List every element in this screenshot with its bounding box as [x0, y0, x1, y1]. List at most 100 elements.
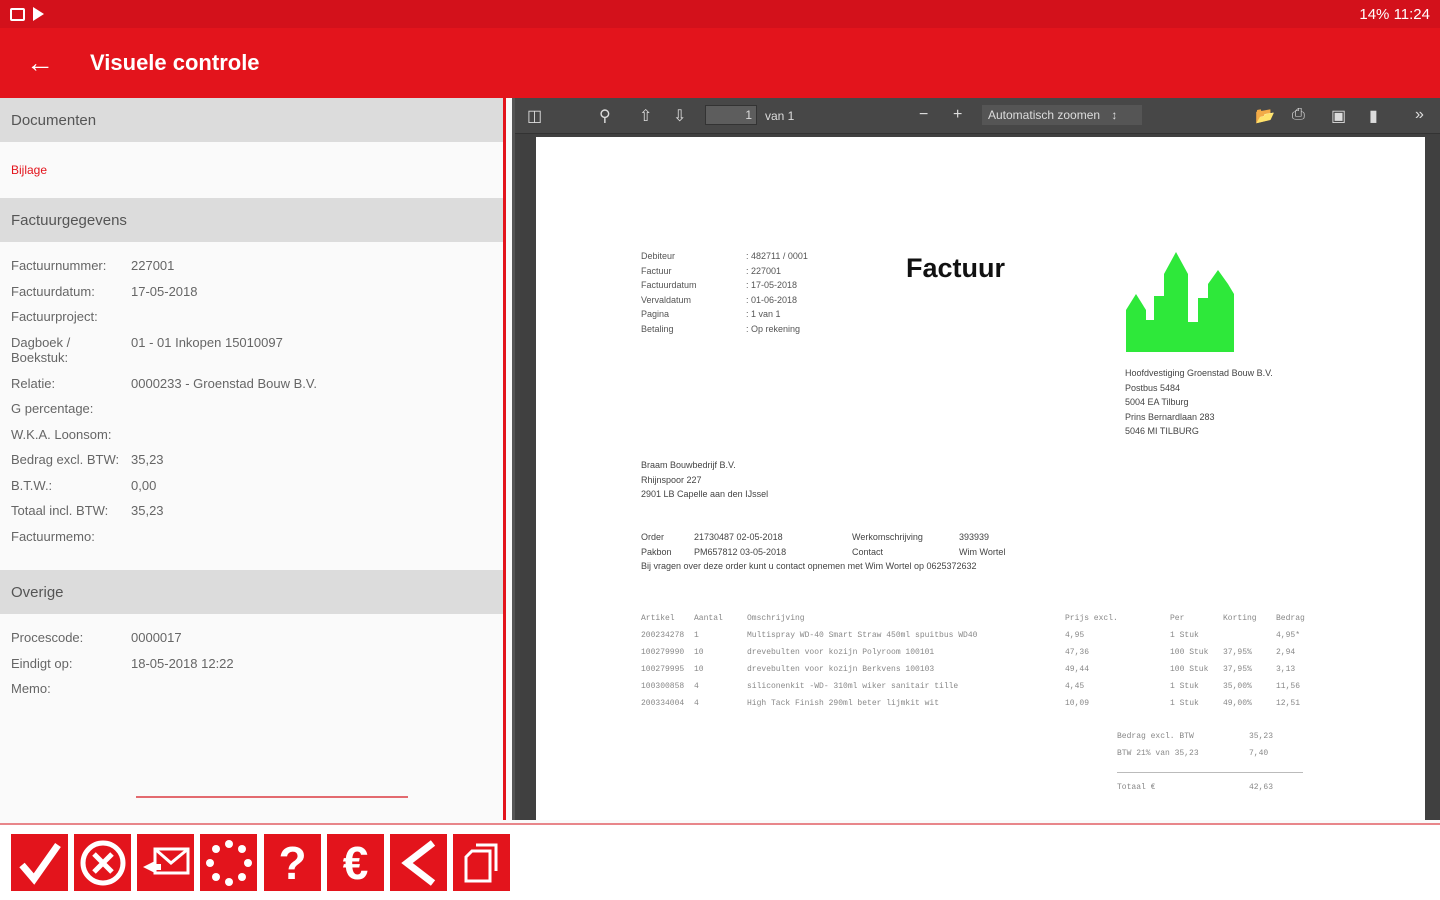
table-row: 100300858 4 siliconenkit -WD- 310ml wiker …	[641, 682, 1305, 699]
table-cell: 4	[694, 699, 699, 708]
progress-button[interactable]	[200, 834, 257, 891]
invoice-fields: Factuurnummer: 227001 Factuurdatum: 17-05-…	[0, 242, 503, 554]
meta-row: Factuurdatum: 17-05-2018	[641, 278, 808, 293]
invoice-title: Factuur	[906, 253, 1006, 283]
table-row: 100279990 10 drevebulten voor kozijn Polyr…	[641, 648, 1305, 665]
field-label: Totaal incl. BTW:	[11, 503, 109, 518]
play-notification-icon	[33, 7, 44, 21]
field-label: Bedrag excl. BTW:	[11, 452, 120, 467]
search-icon[interactable]: ⚲	[599, 106, 611, 126]
invoice-header: Factuurgegevens	[0, 198, 503, 242]
sidebar-toggle-icon[interactable]: ◫	[527, 106, 542, 126]
checkmark-icon	[18, 842, 61, 885]
scroll-indicator[interactable]	[136, 796, 408, 798]
table-cell: 1	[694, 631, 699, 640]
order-note: Bij vragen over deze order kunt u contac…	[641, 561, 977, 571]
previous-page-icon[interactable]: ⇧	[639, 106, 652, 126]
table-cell: 37,95%	[1223, 665, 1252, 674]
column-header: Artikel	[641, 614, 675, 623]
copy-button[interactable]	[453, 834, 510, 891]
table-cell: 100300858	[641, 682, 685, 691]
attachment-link[interactable]: Bijlage	[0, 142, 503, 198]
table-cell: 100279990	[641, 648, 685, 657]
order-row: Order 21730487 02-05-2018 Werkomschrijving…	[641, 530, 1005, 545]
print-icon[interactable]: ⎙	[1292, 106, 1305, 124]
bookmark-icon[interactable]: ▮	[1369, 106, 1378, 126]
totals-label: Totaal €	[1117, 783, 1156, 792]
field-row: Factuurproject:	[11, 309, 503, 335]
column-header: Bedrag	[1276, 614, 1305, 623]
euro-button[interactable]: €	[327, 834, 384, 891]
table-cell: Multispray WD-40 Smart Straw 450ml spuit…	[747, 631, 978, 640]
table-cell: drevebulten voor kozijn Berkvens 100103	[747, 665, 935, 674]
table-cell: High Tack Finish 290ml beter lijmkit wit	[747, 699, 940, 708]
meta-key: Betaling	[641, 323, 674, 334]
pdf-page: Debiteur: 482711 / 0001 Factuur: 227001 …	[536, 137, 1425, 820]
field-label: W.K.A. Loonsom:	[11, 426, 112, 442]
table-cell: siliconenkit -WD- 310ml wiker sanitair t…	[747, 682, 959, 691]
address-line: Braam Bouwbedrijf B.V.	[641, 460, 736, 470]
forward-mail-button[interactable]	[137, 834, 194, 891]
customer-address: Braam Bouwbedrijf B.V. Rhijnspoor 227 29…	[641, 458, 768, 502]
order-cell: 393939	[959, 532, 990, 542]
table-cell: 10,09	[1065, 699, 1090, 708]
table-cell: 47,36	[1065, 648, 1090, 657]
column-header: Per	[1170, 614, 1185, 623]
status-right: 14% 11:24	[1359, 5, 1430, 23]
documents-header: Documenten	[0, 98, 503, 142]
zoom-out-icon[interactable]: −	[919, 106, 928, 124]
reject-button[interactable]	[74, 834, 131, 891]
mail-forward-icon	[142, 847, 189, 874]
zoom-in-icon[interactable]: +	[953, 106, 962, 124]
download-icon[interactable]: ▣	[1331, 106, 1346, 126]
field-label: Procescode:	[11, 630, 84, 645]
field-value: 17-05-2018	[131, 283, 198, 299]
field-row: Bedrag excl. BTW: 35,23	[11, 452, 503, 478]
table-cell: 11,56	[1276, 682, 1301, 691]
table-cell: 1 Stuk	[1170, 699, 1199, 708]
table-cell: 100279995	[641, 665, 685, 674]
table-cell: 10	[694, 665, 704, 674]
column-header: Aantal	[694, 614, 723, 623]
field-row: Totaal incl. BTW: 35,23	[11, 503, 503, 529]
field-value: 0000017	[131, 630, 182, 645]
field-label: G percentage:	[11, 401, 94, 416]
field-label: Memo:	[11, 681, 51, 696]
field-value: 0,00	[131, 477, 157, 493]
field-label: B.T.W.:	[11, 477, 53, 493]
table-cell: 4,95*	[1276, 631, 1301, 640]
company-logo-icon	[1126, 252, 1234, 352]
field-value: 01 - 01 Inkopen 15010097	[131, 334, 283, 350]
table-cell: drevebulten voor kozijn Polyroom 100101	[747, 648, 935, 657]
table-cell: 49,00%	[1223, 699, 1252, 708]
next-page-icon[interactable]: ⇩	[673, 106, 686, 126]
order-info: Order 21730487 02-05-2018 Werkomschrijving…	[641, 530, 1005, 574]
zoom-select[interactable]: Automatisch zoomen ↕	[982, 105, 1142, 125]
meta-key: Pagina	[641, 309, 670, 319]
back-button[interactable]	[390, 834, 447, 891]
loading-dots-icon	[205, 839, 252, 886]
open-file-icon[interactable]: 📂	[1255, 106, 1275, 126]
back-arrow-icon[interactable]: ←	[0, 28, 80, 98]
field-row: B.T.W.: 0,00	[11, 478, 503, 504]
field-label: Factuurproject:	[11, 309, 98, 324]
field-row: Factuurnummer: 227001	[11, 258, 503, 284]
table-cell: 4	[694, 682, 699, 691]
field-label: Relatie:	[11, 375, 56, 391]
field-row: G percentage:	[11, 401, 503, 427]
company-line: Postbus 5484	[1125, 382, 1181, 393]
page-number-input[interactable]: 1	[705, 105, 757, 125]
table-cell: 4,95	[1065, 631, 1085, 640]
help-button[interactable]: ?	[264, 834, 321, 891]
field-value: 227001	[131, 258, 175, 273]
page-title: Visuele controle	[90, 50, 260, 75]
order-cell: Pakbon	[641, 546, 672, 557]
other-header: Overige	[0, 570, 503, 614]
meta-key: Factuurdatum	[641, 280, 697, 290]
approve-button[interactable]	[11, 834, 68, 891]
image-notification-icon	[10, 7, 25, 21]
field-label: Factuurdatum:	[11, 283, 95, 299]
more-tools-icon[interactable]: »	[1415, 106, 1424, 124]
invoice-meta: Debiteur: 482711 / 0001 Factuur: 227001 …	[641, 249, 808, 336]
page-count: van 1	[765, 109, 795, 123]
